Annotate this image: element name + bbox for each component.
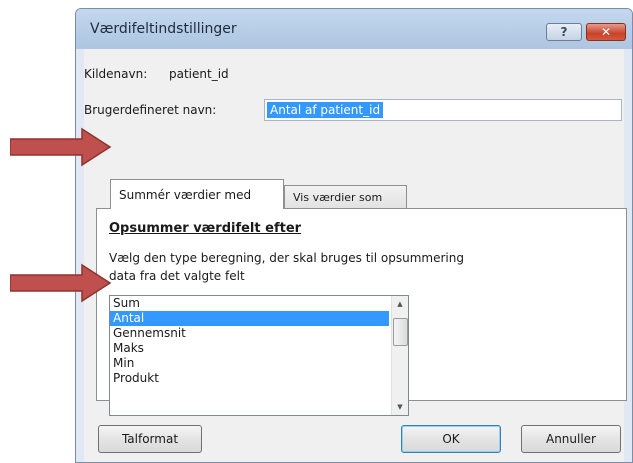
custom-name-input[interactable]: Antal af patient_id (264, 99, 622, 121)
group-title: Opsummer værdifelt efter (109, 221, 302, 236)
scrollbar-thumb[interactable] (393, 318, 408, 346)
scroll-down-arrow-icon[interactable]: ▼ (392, 399, 408, 415)
number-format-button[interactable]: Talformat (98, 425, 202, 453)
dialog-body: Kildenavn: patient_id Brugerdefineret na… (84, 49, 627, 462)
annotation-arrow-tab-icon (10, 127, 112, 167)
dialog-title: Værdifeltindstillinger (90, 21, 237, 37)
custom-name-value: Antal af patient_id (267, 102, 384, 118)
list-item-max[interactable]: Maks (110, 341, 389, 356)
source-name-value: patient_id (169, 67, 229, 81)
list-item-min[interactable]: Min (110, 356, 389, 371)
list-item-product[interactable]: Produkt (110, 371, 389, 386)
cancel-button[interactable]: Annuller (521, 425, 621, 453)
list-item-sum[interactable]: Sum (110, 296, 389, 311)
description-line-2: data fra det valgte felt (109, 269, 245, 283)
annotation-arrow-option-icon (10, 263, 112, 303)
ok-button[interactable]: OK (401, 425, 501, 453)
calculation-description: Vælg den type beregning, der skal bruges… (109, 249, 464, 285)
source-name-label: Kildenavn: (84, 67, 148, 81)
scroll-up-arrow-icon[interactable]: ▲ (392, 296, 408, 312)
title-bar[interactable]: Værdifeltindstillinger ? ✕ (76, 9, 632, 49)
custom-name-label: Brugerdefineret navn: (84, 103, 217, 117)
close-icon: ✕ (600, 25, 612, 39)
help-button[interactable]: ? (546, 23, 582, 41)
value-field-settings-dialog: Værdifeltindstillinger ? ✕ Kildenavn: pa… (75, 8, 633, 463)
calculation-listbox[interactable]: Sum Antal Gennemsnit Maks Min Produkt ▲ … (109, 295, 409, 416)
tab-show-values-as[interactable]: Vis værdier som (284, 185, 407, 209)
close-button[interactable]: ✕ (586, 23, 626, 41)
list-item-average[interactable]: Gennemsnit (110, 326, 389, 341)
list-item-count[interactable]: Antal (110, 311, 389, 326)
help-icon: ? (560, 25, 568, 39)
listbox-scrollbar[interactable]: ▲ ▼ (391, 296, 408, 415)
tab-summarize-values-by[interactable]: Summér værdier med (110, 179, 284, 209)
description-line-1: Vælg den type beregning, der skal bruges… (109, 251, 464, 265)
summarize-tab-panel: Opsummer værdifelt efter Vælg den type b… (96, 208, 627, 416)
